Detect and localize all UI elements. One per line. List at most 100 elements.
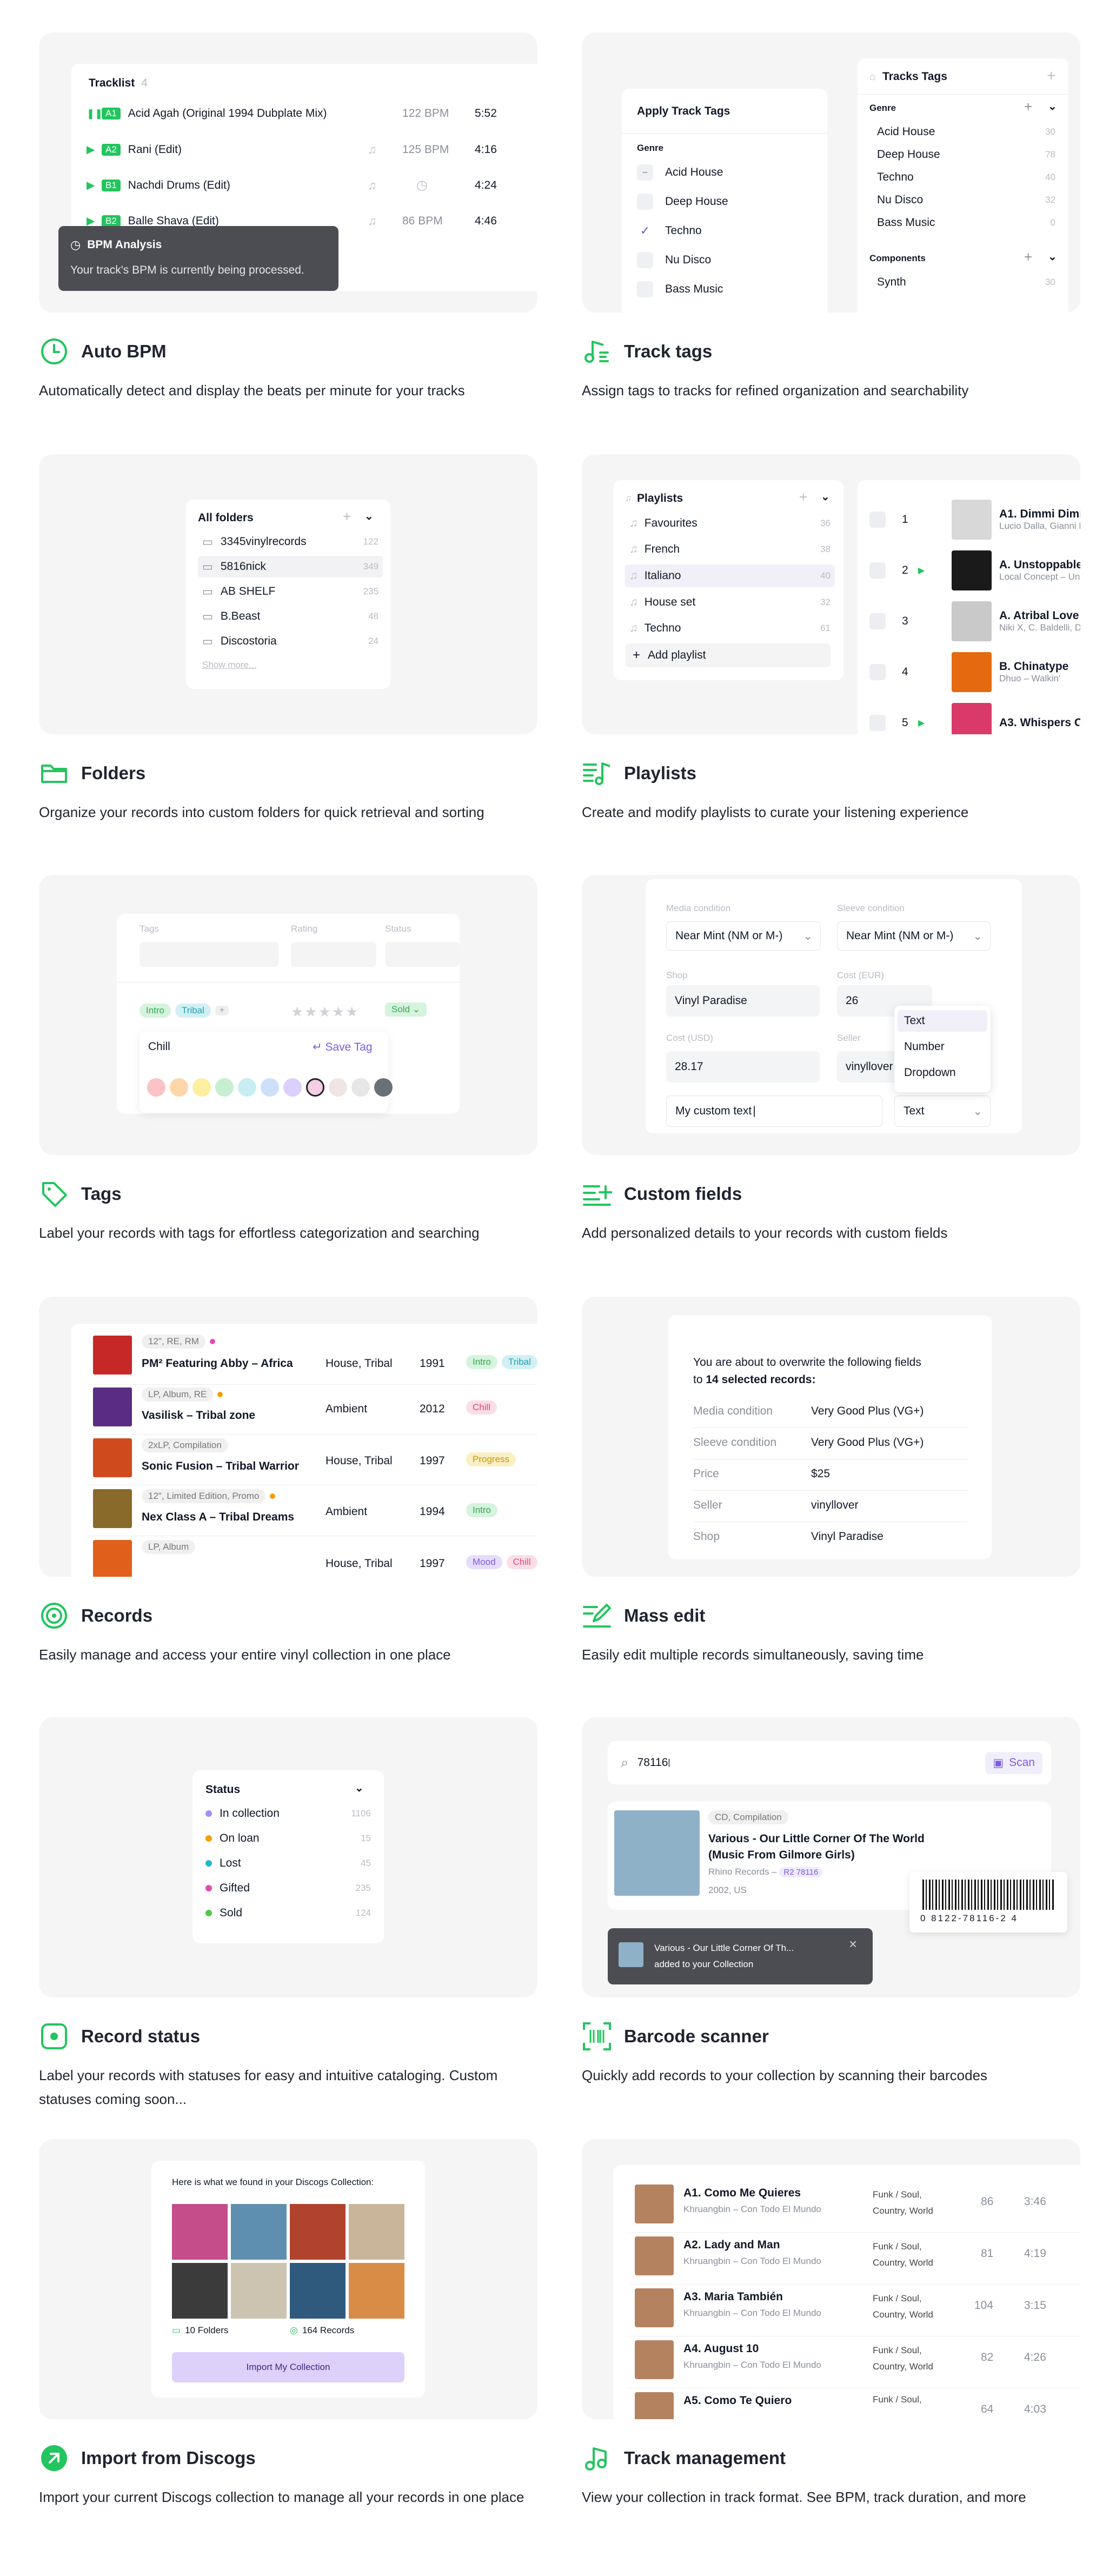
color-swatch[interactable] xyxy=(261,1078,279,1097)
track-row[interactable]: ▶ B1 Nachdi Drums (Edit) ♫ ◷ 4:24 xyxy=(87,178,519,192)
playlist-track-row[interactable]: 3A. Atribal Love (ENiki X, C. Baldelli, … xyxy=(869,601,1080,641)
tag-item[interactable]: Nu Disco 32 xyxy=(877,194,1055,207)
checkbox[interactable] xyxy=(869,664,886,680)
tag-item[interactable]: Acid House 30 xyxy=(877,125,1055,138)
folder-item[interactable]: ▭ B.Beast 48 xyxy=(202,607,378,626)
color-swatch[interactable] xyxy=(351,1078,370,1097)
checkbox[interactable] xyxy=(869,715,886,731)
status-item[interactable]: Lost 45 xyxy=(205,1857,371,1870)
folder-item[interactable]: ▭ AB SHELF 235 xyxy=(202,582,378,601)
custom-field-input[interactable]: My custom text | xyxy=(666,1096,882,1127)
status-item[interactable]: On loan 15 xyxy=(205,1832,371,1845)
add-icon[interactable]: + xyxy=(1024,249,1032,265)
status-item[interactable]: Sold 124 xyxy=(205,1907,371,1920)
track-row[interactable]: ❚❚ A1 Acid Agah (Original 1994 Dubplate … xyxy=(87,107,519,120)
checkbox[interactable] xyxy=(869,613,886,629)
playlist-track-row[interactable]: 4 B. Chinatype Dhuo – Walkin' xyxy=(869,652,1080,692)
status-item[interactable]: Gifted 235 xyxy=(205,1882,371,1895)
folder-item[interactable]: ▭ Discostoria 24 xyxy=(202,632,378,651)
add-icon[interactable]: + xyxy=(1047,67,1055,84)
chevron-down-icon[interactable]: ⌄ xyxy=(1048,99,1057,113)
checkbox[interactable] xyxy=(637,252,653,268)
rating-stars[interactable]: ★★★★★ xyxy=(291,1004,360,1020)
tag-name-input[interactable]: Chill xyxy=(148,1040,170,1053)
chevron-down-icon[interactable]: ⌄ xyxy=(821,490,830,503)
playlist-item[interactable]: ♫ House set 32 xyxy=(629,593,831,612)
scan-button[interactable]: ▣ Scan xyxy=(985,1751,1042,1774)
cost-usd-input[interactable]: 28.17 xyxy=(666,1051,820,1083)
import-collection-button[interactable]: Import My Collection xyxy=(172,2352,404,2382)
checkbox[interactable] xyxy=(637,281,653,297)
tag-option[interactable]: Deep House xyxy=(637,194,728,210)
color-swatch[interactable] xyxy=(147,1078,165,1097)
play-icon[interactable]: ▶ xyxy=(87,178,97,192)
add-tag-button[interactable]: + xyxy=(215,1006,229,1015)
menu-item-number[interactable]: Number xyxy=(904,1040,945,1053)
tag-chip[interactable]: Tribal xyxy=(175,1004,211,1018)
add-icon[interactable]: + xyxy=(799,489,807,506)
tag-option[interactable]: ✓ Techno xyxy=(637,223,702,239)
play-icon[interactable]: ▶ xyxy=(918,565,929,576)
color-swatch-selected[interactable] xyxy=(306,1078,324,1097)
checkbox[interactable] xyxy=(637,194,653,210)
playlist-item-selected[interactable]: ♫ Italiano 40 xyxy=(625,565,835,587)
add-icon[interactable]: + xyxy=(343,508,351,525)
add-icon[interactable]: + xyxy=(1024,98,1032,115)
folder-item-selected[interactable]: ▭ 5816nick 349 xyxy=(198,556,383,577)
color-swatch[interactable] xyxy=(192,1078,211,1097)
folder-item[interactable]: ▭ 3345vinylrecords 122 xyxy=(202,532,378,552)
record-title[interactable]: PM² Featuring Abby – Africa xyxy=(142,1357,293,1370)
status-dropdown[interactable]: Sold ⌄ xyxy=(385,1002,427,1017)
media-condition-select[interactable]: Near Mint (NM or M-) ⌄ xyxy=(666,921,821,951)
playlist-track-row[interactable]: 2▶A. Unstoppable (Local Concept – Un xyxy=(869,550,1080,590)
color-swatch[interactable] xyxy=(283,1078,302,1097)
color-swatch[interactable] xyxy=(374,1078,393,1097)
add-playlist-button[interactable]: + Add playlist xyxy=(625,643,831,667)
tag-option[interactable]: Nu Disco xyxy=(637,252,711,268)
search-input[interactable]: 78116 xyxy=(637,1756,668,1769)
playlist-item[interactable]: ♫ French 38 xyxy=(629,540,831,559)
tag-item[interactable]: Synth 30 xyxy=(877,276,1055,289)
sleeve-condition-select[interactable]: Near Mint (NM or M-) ⌄ xyxy=(837,921,991,951)
color-swatch[interactable] xyxy=(215,1078,234,1097)
checkbox[interactable] xyxy=(869,562,886,579)
bpm-detect-icon[interactable]: ♫ xyxy=(368,143,377,157)
play-icon[interactable]: ▶ xyxy=(918,718,929,728)
status-item[interactable]: In collection 1106 xyxy=(205,1807,371,1820)
tag-option[interactable]: – Acid House xyxy=(637,164,723,181)
search-bar[interactable]: ⌕ 78116 | ▣ Scan xyxy=(608,1741,1051,1784)
checkbox-indeterminate[interactable]: – xyxy=(637,164,653,181)
color-swatch[interactable] xyxy=(170,1078,188,1097)
show-more-link[interactable]: Show more... xyxy=(202,660,256,670)
pause-icon[interactable]: ❚❚ xyxy=(87,108,103,119)
menu-item-text[interactable]: Text xyxy=(898,1010,987,1032)
save-tag-button[interactable]: ↵ Save Tag xyxy=(313,1040,373,1054)
checkbox[interactable] xyxy=(869,512,886,528)
record-title[interactable]: Vasilisk – Tribal zone xyxy=(142,1409,255,1422)
record-title[interactable]: Sonic Fusion – Tribal Warrior xyxy=(142,1460,299,1473)
playlist-item[interactable]: ♫ Techno 61 xyxy=(629,619,831,638)
color-swatch[interactable] xyxy=(329,1078,347,1097)
tag-item[interactable]: Bass Music 0 xyxy=(877,216,1055,229)
track-row[interactable]: ▶ A2 Rani (Edit) ♫ 125 BPM 4:16 xyxy=(87,143,519,156)
record-title[interactable]: Nex Class A – Tribal Dreams xyxy=(142,1511,294,1524)
field-type-select[interactable]: Text ⌄ xyxy=(894,1096,991,1127)
tag-option[interactable]: Bass Music xyxy=(637,281,723,297)
bpm-detect-icon[interactable]: ♫ xyxy=(368,178,377,192)
tag-chip[interactable]: Intro xyxy=(140,1004,171,1018)
tag-item[interactable]: Deep House 78 xyxy=(877,148,1055,161)
color-swatch[interactable] xyxy=(238,1078,256,1097)
checkbox-checked[interactable]: ✓ xyxy=(637,223,653,239)
chevron-down-icon[interactable]: ⌄ xyxy=(1048,250,1057,263)
tag-item[interactable]: Techno 40 xyxy=(877,171,1055,184)
playlist-item[interactable]: ♫ Favourites 36 xyxy=(629,514,831,533)
playlist-track-row[interactable]: 1A1. Dimmi DimmiLucio Dalla, Gianni M xyxy=(869,500,1080,540)
playlist-track-row[interactable]: 5 ▶ A3. Whispers Of xyxy=(869,703,1080,734)
menu-item-dropdown[interactable]: Dropdown xyxy=(904,1066,956,1079)
chevron-down-icon[interactable]: ⌄ xyxy=(355,1781,364,1795)
play-icon[interactable]: ▶ xyxy=(87,143,97,156)
chevron-down-icon[interactable]: ⌄ xyxy=(364,509,374,523)
shop-input[interactable]: Vinyl Paradise xyxy=(666,985,820,1017)
bpm-detect-icon[interactable]: ♫ xyxy=(368,214,377,228)
close-icon[interactable]: × xyxy=(849,1936,857,1953)
